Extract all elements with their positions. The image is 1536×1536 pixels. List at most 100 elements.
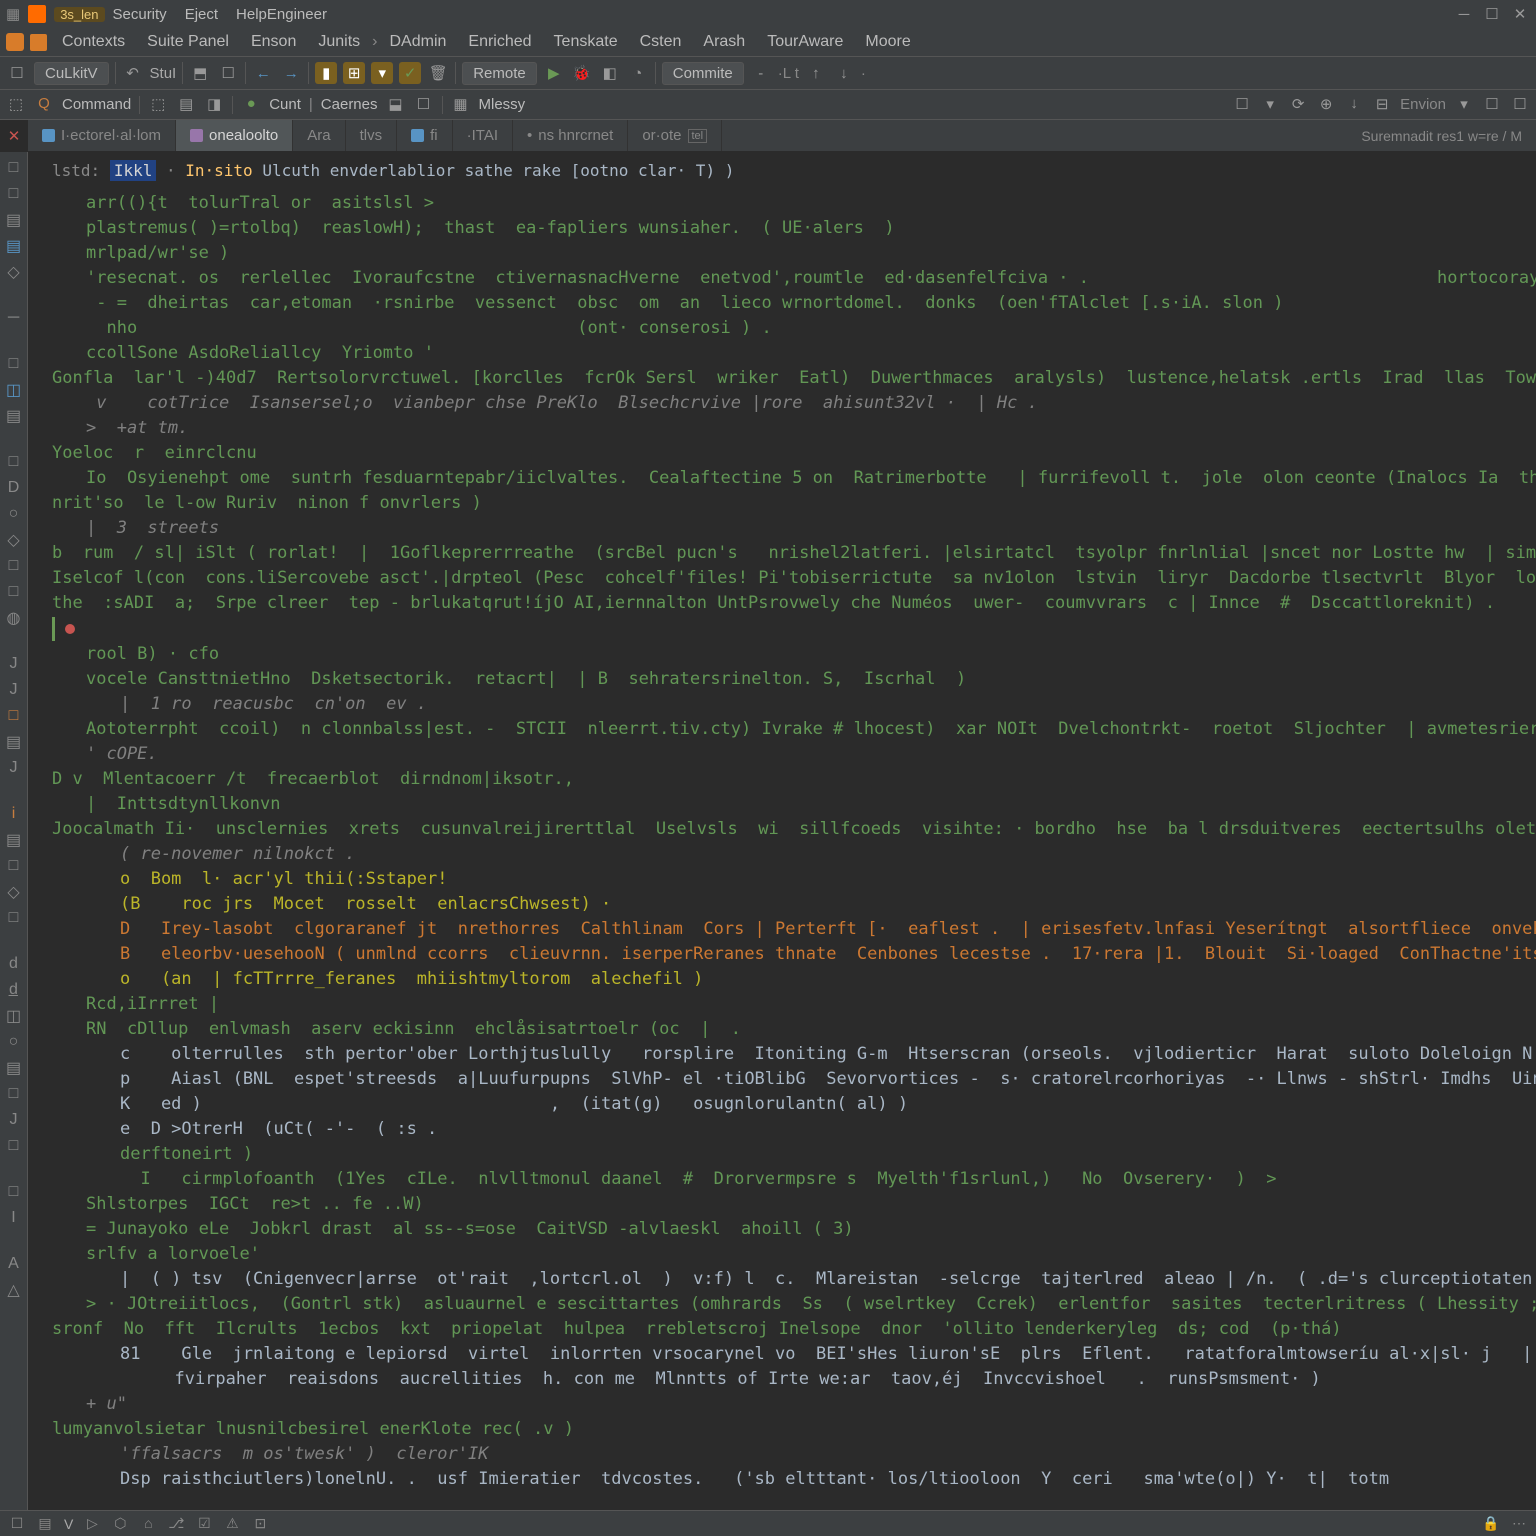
menu-moore[interactable]: Moore — [855, 31, 920, 53]
nav-r-9-icon[interactable]: ☐ — [1510, 95, 1530, 115]
gutter-icon-10[interactable]: ▤ — [4, 406, 24, 426]
nav-r-7-icon[interactable]: ▾ — [1454, 95, 1474, 115]
sb-serv-icon[interactable]: ⊡ — [251, 1515, 269, 1533]
close-tab-icon[interactable]: ✕ — [0, 120, 28, 151]
gutter-icon-38[interactable]: J — [4, 1110, 24, 1130]
sb-debug-icon[interactable]: ⬡ — [111, 1515, 129, 1533]
tb-save-icon[interactable]: ⬒ — [189, 62, 211, 84]
tab-6[interactable]: •ns hnrcrnet — [513, 120, 628, 151]
code-line[interactable]: | Inttsdtynllkonvn — [46, 792, 1536, 817]
gutter-icon-26[interactable]: i — [4, 804, 24, 824]
tb-down-icon[interactable]: ↓ — [833, 62, 855, 84]
tb-open-icon[interactable]: ☐ — [217, 62, 239, 84]
code-line[interactable]: RN cDllup enlvmash aserv eckisinn ehclås… — [46, 1017, 1536, 1042]
tab-5[interactable]: ·ITAI — [453, 120, 513, 151]
code-line[interactable]: | 1 ro reacusbc cn'on ev . — [46, 692, 1536, 717]
tb-forward-icon[interactable]: → — [280, 62, 302, 84]
code-editor[interactable]: lstd: Ikkl · In·sito Ulcuth envderlablio… — [28, 152, 1536, 1510]
gutter-icon-14[interactable]: ○ — [4, 504, 24, 524]
sb-git-icon[interactable]: ⎇ — [167, 1515, 185, 1533]
nav-r-2-icon[interactable]: ▾ — [1260, 95, 1280, 115]
code-line[interactable]: the :sADI a; Srpe clreer tep - brlukatqr… — [46, 591, 1536, 616]
tb-mode-2-icon[interactable]: ⊞ — [343, 62, 365, 84]
gutter-icon-12[interactable]: □ — [4, 452, 24, 472]
sb-term-icon[interactable]: ⌂ — [139, 1515, 157, 1533]
tb-mode-1-icon[interactable]: ▮ — [315, 62, 337, 84]
gutter-icon-23[interactable]: ▤ — [4, 732, 24, 752]
code-line[interactable]: - = dheirtas car,etoman ·rsnirbe vessenc… — [46, 291, 1536, 316]
tb-undo-icon[interactable]: ↶ — [122, 62, 144, 84]
code-line[interactable]: derftoneirt ) — [46, 1142, 1536, 1167]
nav-crumb-2[interactable]: Caernes — [321, 96, 378, 113]
build-dropdown[interactable]: Commite — [662, 62, 744, 85]
code-line[interactable]: e D >OtrerH (uCt( -'- ( :s . — [46, 1117, 1536, 1142]
nav-search-label[interactable]: Command — [62, 96, 131, 113]
tb-up-icon[interactable]: ↑ — [805, 62, 827, 84]
code-line[interactable]: 'resecnat. os rerlellec Ivoraufcstne cti… — [46, 266, 1536, 291]
run-config-dropdown[interactable]: CuLkitV — [34, 62, 109, 85]
fold-separator[interactable] — [46, 616, 1536, 642]
code-line[interactable]: 'ffalsacrs m os'twesk' ) cleror'IK — [46, 1442, 1536, 1467]
gutter-icon-33[interactable]: d̲ — [4, 980, 24, 1000]
gutter-icon-35[interactable]: ○ — [4, 1032, 24, 1052]
nav-down-icon[interactable]: ⬓ — [386, 95, 406, 115]
nav-r-4-icon[interactable]: ⊕ — [1316, 95, 1336, 115]
gutter-icon-41[interactable]: □ — [4, 1182, 24, 1202]
sb-more-icon[interactable]: ⋯ — [1510, 1515, 1528, 1533]
gutter-icon-29[interactable]: ◇ — [4, 882, 24, 902]
code-line[interactable]: arr((){t tolurTral or asitslsl > — [46, 191, 1536, 216]
code-line[interactable]: > +at tm. — [46, 416, 1536, 441]
code-line[interactable]: (B roc jrs Mocet rosselt enlacrsChwsest)… — [46, 892, 1536, 917]
sb-prob-icon[interactable]: ⚠ — [223, 1515, 241, 1533]
nav-grid-icon[interactable]: ▦ — [451, 95, 471, 115]
code-line[interactable]: Joocalmath Ii· unsclernies xrets cusunva… — [46, 817, 1536, 842]
code-line[interactable]: nho (ont· conserosi ) . — [46, 316, 1536, 341]
gutter-icon-42[interactable]: I — [4, 1208, 24, 1228]
gutter-icon-24[interactable]: J — [4, 758, 24, 778]
menu-arash[interactable]: Arash — [693, 31, 755, 53]
code-line[interactable]: ' cOPE. — [46, 742, 1536, 767]
title-menu-2[interactable]: HelpEngineer — [236, 6, 327, 23]
tab-4[interactable]: fi — [397, 120, 453, 151]
code-line[interactable]: plastremus( )=rtolbq) reaslowH); thast e… — [46, 216, 1536, 241]
code-line[interactable]: ( re-novemer nilnokct . — [46, 842, 1536, 867]
code-line[interactable]: Iselcof l(con cons.liSercovebe asct'.|dr… — [46, 566, 1536, 591]
remote-dropdown[interactable]: Remote — [462, 62, 537, 85]
menu-glyph-icon[interactable] — [30, 34, 47, 51]
nav-r-3-icon[interactable]: ⟳ — [1288, 95, 1308, 115]
menu-contexts[interactable]: Contexts — [52, 31, 135, 53]
gutter-icon-13[interactable]: D — [4, 478, 24, 498]
menu-suite[interactable]: Suite Panel — [137, 31, 239, 53]
tab-3[interactable]: tlvs — [346, 120, 398, 151]
nav-r-8-icon[interactable]: ☐ — [1482, 95, 1502, 115]
code-line[interactable]: Dsp raisthciutlers)lonelnU. . usf Imiera… — [46, 1467, 1536, 1492]
code-line[interactable]: K ed ) , (itat(g) osugnlorulantn( al) ) — [46, 1092, 1536, 1117]
code-line[interactable]: I cirmplofoanth (1Yes cILe. nlvlltmonul … — [46, 1167, 1536, 1192]
maximize-button[interactable]: ☐ — [1482, 5, 1502, 23]
code-line[interactable]: v cotTrice Isansersel;o vianbepr chse Pr… — [46, 391, 1536, 416]
gutter-icon-1[interactable]: □ — [4, 184, 24, 204]
code-line[interactable]: fvirpaher reaisdons aucrellities h. con … — [46, 1367, 1536, 1392]
tab-1[interactable]: onealoolto — [176, 120, 293, 151]
nav-play-icon[interactable]: ● — [241, 95, 261, 115]
tab-7[interactable]: or·otetel — [628, 120, 722, 151]
nav-bookmark-icon[interactable]: ⬚ — [6, 95, 26, 115]
gutter-icon-20[interactable]: J — [4, 654, 24, 674]
sb-run-icon[interactable]: ▷ — [83, 1515, 101, 1533]
gutter-icon-34[interactable]: ◫ — [4, 1006, 24, 1026]
nav-r-1-icon[interactable]: ☐ — [1232, 95, 1252, 115]
code-line[interactable]: p Aiasl (BNL espet'streesds a|Luufurpupn… — [46, 1067, 1536, 1092]
gutter-icon-0[interactable]: □ — [4, 158, 24, 178]
code-line[interactable]: Aototerrpht ccoil) n clonnbalss|est. - S… — [46, 717, 1536, 742]
gutter-icon-45[interactable]: △ — [4, 1280, 24, 1300]
nav-r-6-icon[interactable]: ⊟ — [1372, 95, 1392, 115]
menu-tenskate[interactable]: Tenskate — [544, 31, 628, 53]
code-line[interactable]: o Bom l· acr'yl thii(:Sstaper! — [46, 867, 1536, 892]
gutter-icon-9[interactable]: ◫ — [4, 380, 24, 400]
nav-crumb-1[interactable]: Cunt — [269, 96, 301, 113]
code-line[interactable]: mrlpad/wr'se ) — [46, 241, 1536, 266]
code-line[interactable]: b rum / sl| iSlt ( rorlat! | 1Goflkeprer… — [46, 541, 1536, 566]
sb-project-icon[interactable]: ☐ — [8, 1515, 26, 1533]
gutter-icon-22[interactable]: □ — [4, 706, 24, 726]
code-line[interactable]: c olterrulles sth pertor'ober Lorthjtusl… — [46, 1042, 1536, 1067]
